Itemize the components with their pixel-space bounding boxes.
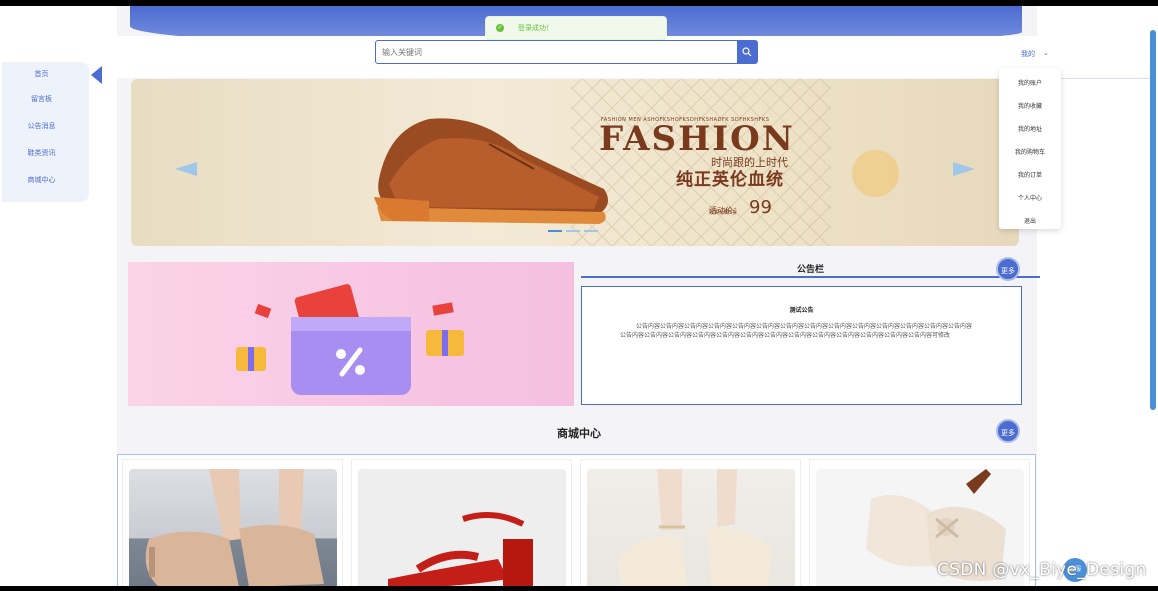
search-input[interactable] — [376, 41, 737, 63]
notice-section-title: 公告栏 — [581, 262, 1040, 278]
notice-title[interactable]: 测试公告 — [582, 305, 1021, 314]
menu-item-account[interactable]: 我的账户 — [999, 72, 1061, 95]
beige-heel-shoe-image — [145, 469, 324, 587]
carousel-next-arrow[interactable] — [953, 162, 975, 176]
window-bottom-edge — [0, 586, 1158, 591]
carousel-dot[interactable] — [566, 230, 580, 232]
login-success-toast: ✓ 登录成功！ — [485, 16, 667, 40]
notice-body: 公告内容公告内容公告内容公告内容公告内容公告内容公告内容公告内容公告内容公告内容… — [620, 323, 973, 339]
check-circle-icon: ✓ — [496, 24, 504, 32]
toast-text: 登录成功！ — [518, 24, 553, 32]
carousel-indicators — [548, 230, 598, 232]
search-bar — [375, 40, 758, 64]
carousel-dot[interactable] — [548, 230, 562, 232]
red-sandal-image — [388, 512, 533, 589]
menu-item-profile[interactable]: 个人中心 — [999, 187, 1061, 210]
menu-item-logout[interactable]: 退出 — [999, 210, 1061, 233]
user-menu-trigger[interactable]: 我的 ⌄ — [1021, 49, 1049, 59]
page: ✓ 登录成功！ 我的 ⌄ 我的账户 我的收藏 我的地址 我的购物车 我的订单 个… — [0, 0, 1158, 591]
shopping-bag-illustration — [236, 284, 464, 395]
hero-carousel: FASHION MEN ASHOFKSHOFKSDHFKSHADFK SDFHK… — [131, 79, 1019, 246]
watermark: CSDN @vx_Biye_Design — [937, 560, 1147, 580]
user-menu-label: 我的 — [1021, 50, 1035, 58]
menu-item-address[interactable]: 我的地址 — [999, 118, 1061, 141]
banner-headline: FASHION — [599, 119, 795, 159]
product-image — [358, 469, 566, 591]
carousel-prev-arrow[interactable] — [175, 162, 197, 176]
cream-ankle-strap-heel-image — [617, 469, 772, 589]
sidebar-item-home[interactable]: 首页 — [2, 62, 89, 86]
banner-price-value: 99 — [749, 197, 772, 218]
carousel-highlight — [852, 150, 899, 197]
menu-item-orders[interactable]: 我的订单 — [999, 164, 1061, 187]
product-image — [129, 469, 337, 591]
search-button[interactable] — [737, 41, 757, 63]
notice-more-button[interactable]: 更多 — [996, 257, 1020, 281]
sidebar-nav: 首页 留言板 公告消息 鞋类资讯 商城中心 — [2, 62, 89, 202]
menu-item-favorites[interactable]: 我的收藏 — [999, 95, 1061, 118]
mall-section-title: 商城中心 — [557, 427, 601, 440]
mall-more-button[interactable]: 更多 — [996, 419, 1020, 443]
sidebar-item-mall[interactable]: 商城中心 — [2, 167, 89, 194]
product-image — [587, 469, 795, 591]
product-card[interactable] — [351, 459, 572, 591]
user-dropdown-menu: 我的账户 我的收藏 我的地址 我的购物车 我的订单 个人中心 退出 — [999, 68, 1061, 229]
page-scrollbar[interactable] — [1150, 30, 1156, 410]
sidebar-item-notices[interactable]: 公告消息 — [2, 113, 89, 140]
banner-price-note: 限实价到5折 — [709, 210, 738, 216]
promo-image[interactable] — [128, 262, 574, 406]
sidebar-item-message-board[interactable]: 留言板 — [2, 86, 89, 113]
product-card[interactable] — [122, 459, 343, 591]
menu-item-cart[interactable]: 我的购物车 — [999, 141, 1061, 164]
product-card[interactable] — [580, 459, 801, 591]
carousel-dot[interactable] — [584, 230, 598, 232]
sidebar-item-shoe-news[interactable]: 鞋类资讯 — [2, 140, 89, 167]
leather-shoe-image — [374, 118, 608, 224]
search-icon — [742, 47, 752, 57]
sidebar-toggle-arrow[interactable] — [91, 66, 102, 84]
notice-card: 测试公告 公告内容公告内容公告内容公告内容公告内容公告内容公告内容公告内容公告内… — [581, 286, 1022, 405]
banner-subline-2: 纯正英伦血统 — [676, 170, 784, 190]
chevron-down-icon: ⌄ — [1043, 49, 1049, 57]
